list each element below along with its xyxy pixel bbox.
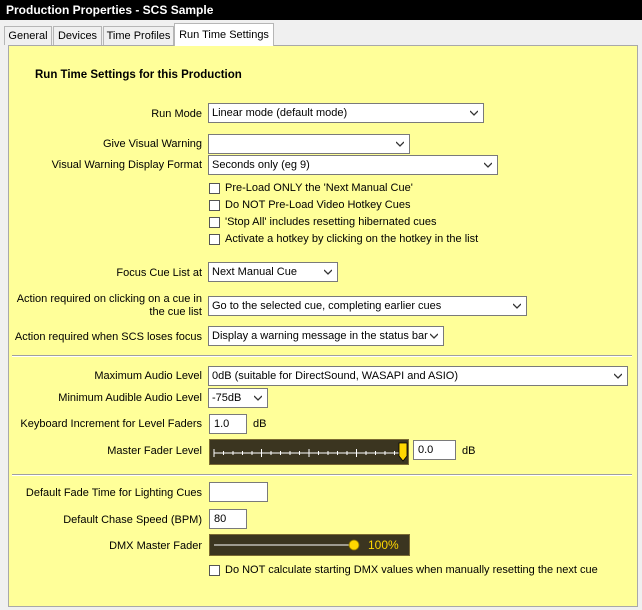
- separator: [12, 355, 632, 357]
- master-fader-label: Master Fader Level: [107, 445, 202, 457]
- dmx-master-knob[interactable]: [348, 539, 360, 551]
- master-fader-value: 0.0: [418, 444, 434, 456]
- focus-cue-select[interactable]: Next Manual Cue: [208, 262, 338, 282]
- master-fader-slider[interactable]: [209, 439, 409, 465]
- stop-all-hibernated-checkbox[interactable]: [209, 217, 220, 228]
- tab-general[interactable]: General: [4, 26, 52, 45]
- no-preload-video-checkbox[interactable]: [209, 200, 220, 211]
- visual-warning-label: Give Visual Warning: [102, 138, 202, 150]
- warning-format-label: Visual Warning Display Format: [51, 159, 202, 171]
- loses-focus-select[interactable]: Display a warning message in the status …: [208, 326, 444, 346]
- preload-next-cue-checkbox[interactable]: [209, 183, 220, 194]
- loses-focus-label: Action required when SCS loses focus: [14, 331, 202, 343]
- preload-next-cue-label: Pre-Load ONLY the 'Next Manual Cue': [225, 182, 413, 194]
- master-fader-knob[interactable]: [398, 442, 408, 462]
- keyboard-increment-label: Keyboard Increment for Level Faders: [20, 418, 202, 430]
- chase-speed-label: Default Chase Speed (BPM): [63, 514, 202, 526]
- title-bar: Production Properties - SCS Sample: [0, 0, 642, 20]
- warning-format-select[interactable]: Seconds only (eg 9): [208, 155, 498, 175]
- run-mode-value: Linear mode (default mode): [212, 107, 348, 119]
- min-audio-label: Minimum Audible Audio Level: [58, 392, 202, 404]
- chevron-down-icon: [396, 141, 404, 147]
- warning-format-value: Seconds only (eg 9): [212, 159, 310, 171]
- no-preload-video-label: Do NOT Pre-Load Video Hotkey Cues: [225, 199, 411, 211]
- run-mode-label: Run Mode: [151, 108, 202, 120]
- master-fader-track: [213, 449, 405, 457]
- keyboard-increment-value: 1.0: [214, 418, 230, 430]
- click-action-label-line1: Action required on clicking on a cue in: [16, 293, 202, 305]
- dmx-master-slider[interactable]: 100%: [209, 534, 410, 556]
- chase-speed-input[interactable]: 80: [209, 509, 247, 529]
- tab-devices[interactable]: Devices: [53, 26, 102, 45]
- min-audio-value: -75dB: [212, 392, 242, 404]
- section-heading: Run Time Settings for this Production: [35, 69, 242, 81]
- activate-hotkey-label: Activate a hotkey by clicking on the hot…: [225, 233, 479, 245]
- dmx-master-label: DMX Master Fader: [109, 540, 202, 552]
- chase-speed-value: 80: [214, 513, 227, 525]
- separator: [12, 474, 632, 476]
- master-fader-unit: dB: [462, 445, 476, 457]
- dmx-no-calc-label: Do NOT calculate starting DMX values whe…: [225, 564, 598, 576]
- dmx-master-track: [214, 544, 358, 546]
- max-audio-select[interactable]: 0dB (suitable for DirectSound, WASAPI an…: [208, 366, 628, 386]
- click-action-value: Go to the selected cue, completing earli…: [212, 300, 442, 312]
- chevron-down-icon: [484, 162, 492, 168]
- stop-all-hibernated-label: 'Stop All' includes resetting hibernated…: [225, 216, 437, 228]
- click-action-select[interactable]: Go to the selected cue, completing earli…: [208, 296, 527, 316]
- tab-run-time-settings[interactable]: Run Time Settings: [174, 23, 274, 46]
- click-action-label: Action required on clicking on a cue in …: [17, 293, 202, 319]
- dmx-no-calc-checkbox[interactable]: [209, 565, 220, 576]
- min-audio-select[interactable]: -75dB: [208, 388, 268, 408]
- keyboard-increment-input[interactable]: 1.0: [209, 414, 247, 434]
- loses-focus-value: Display a warning message in the status …: [212, 330, 428, 342]
- chevron-down-icon: [614, 373, 622, 379]
- window-title: Production Properties - SCS Sample: [6, 3, 214, 17]
- visual-warning-select[interactable]: [208, 134, 410, 154]
- click-action-label-line2: the cue list: [149, 306, 202, 318]
- master-fader-input[interactable]: 0.0: [413, 440, 456, 460]
- run-mode-select[interactable]: Linear mode (default mode): [208, 103, 484, 123]
- chevron-down-icon: [513, 303, 521, 309]
- fade-time-input[interactable]: [209, 482, 268, 502]
- fade-time-label: Default Fade Time for Lighting Cues: [25, 487, 202, 499]
- chevron-down-icon: [324, 269, 332, 275]
- focus-cue-value: Next Manual Cue: [212, 266, 297, 278]
- chevron-down-icon: [470, 110, 478, 116]
- activate-hotkey-checkbox[interactable]: [209, 234, 220, 245]
- run-time-settings-panel: Run Time Settings for this Production Ru…: [8, 45, 638, 607]
- max-audio-value: 0dB (suitable for DirectSound, WASAPI an…: [212, 370, 458, 382]
- chevron-down-icon: [254, 395, 262, 401]
- focus-cue-label: Focus Cue List at: [116, 267, 202, 279]
- chevron-down-icon: [430, 333, 438, 339]
- tab-strip: General Devices Time Profiles Run Time S…: [0, 20, 642, 46]
- tab-time-profiles[interactable]: Time Profiles: [103, 26, 174, 45]
- keyboard-increment-unit: dB: [253, 418, 267, 430]
- dmx-master-value: 100%: [368, 538, 399, 552]
- max-audio-label: Maximum Audio Level: [94, 370, 202, 382]
